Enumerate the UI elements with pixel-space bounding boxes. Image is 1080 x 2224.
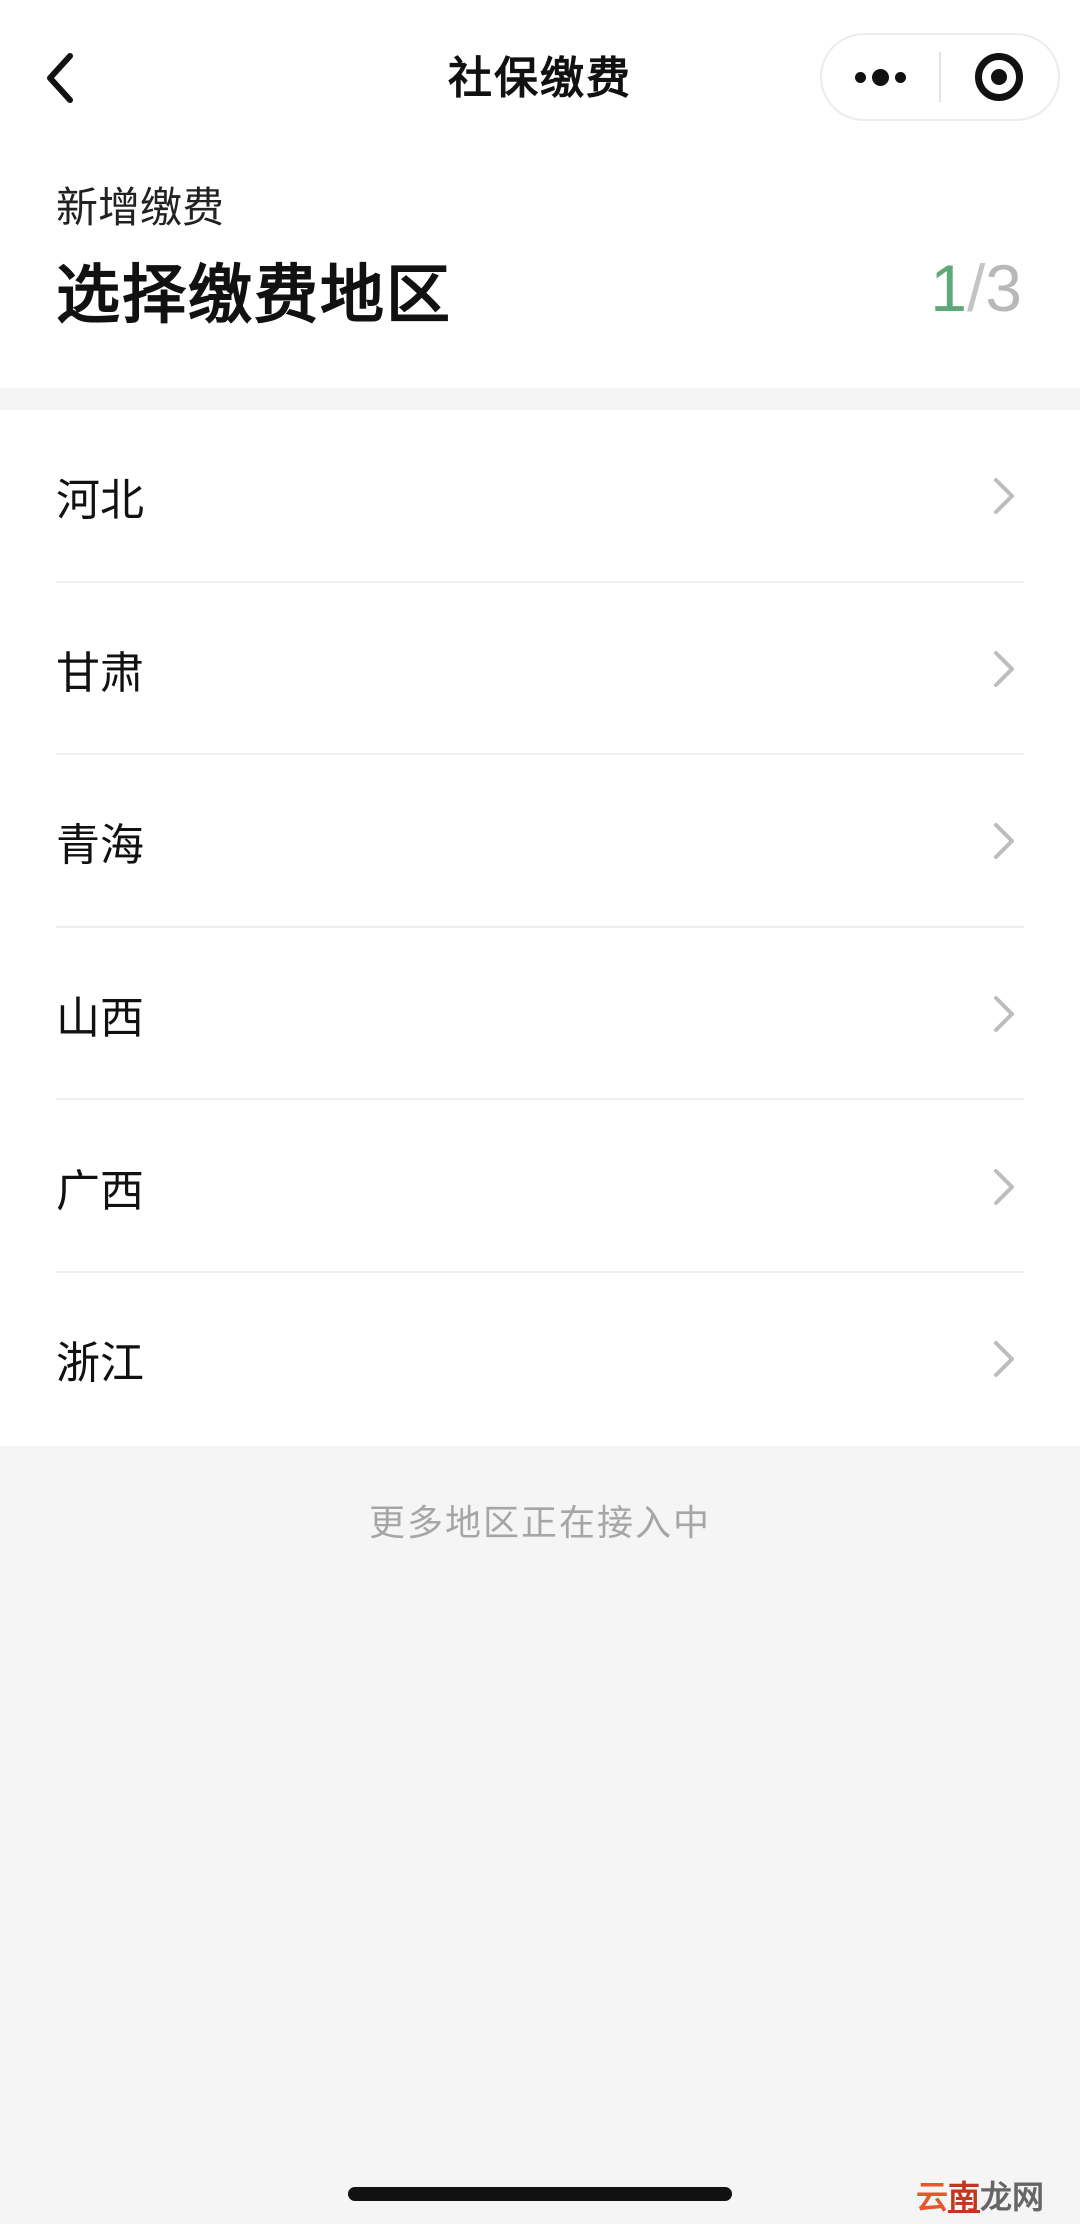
more-dots-icon <box>855 68 906 86</box>
more-button[interactable] <box>822 35 939 119</box>
page: 社保缴费 新增缴费 选择缴费地区 1/3 河北 甘肃 青海 山西 广西 浙江 更… <box>0 0 1080 2224</box>
region-item-qinghai[interactable]: 青海 <box>0 755 1080 928</box>
region-item-gansu[interactable]: 甘肃 <box>0 583 1080 756</box>
step-total: 3 <box>985 251 1022 325</box>
region-label: 青海 <box>56 820 144 872</box>
more-regions-note: 更多地区正在接入中 <box>368 1503 711 1544</box>
header-section: 新增缴费 选择缴费地区 1/3 <box>0 154 1080 388</box>
nav-bar: 社保缴费 <box>0 0 1080 154</box>
region-label: 河北 <box>56 475 144 527</box>
region-list: 河北 甘肃 青海 山西 广西 浙江 <box>0 410 1080 1446</box>
watermark: 云南龙网 <box>915 2179 1044 2215</box>
region-item-guangxi[interactable]: 广西 <box>0 1100 1080 1273</box>
chevron-right-icon <box>994 996 1014 1033</box>
mini-program-capsule <box>820 33 1060 121</box>
chevron-right-icon <box>994 1168 1014 1205</box>
region-item-hebei[interactable]: 河北 <box>0 410 1080 583</box>
region-label: 山西 <box>56 993 144 1045</box>
region-label: 浙江 <box>56 1338 144 1390</box>
region-item-zhejiang[interactable]: 浙江 <box>0 1273 1080 1446</box>
step-current: 1 <box>930 251 967 325</box>
chevron-right-icon <box>994 650 1014 687</box>
section-subtitle: 新增缴费 <box>56 183 225 232</box>
chevron-right-icon <box>994 478 1014 515</box>
chevron-right-icon <box>994 1341 1014 1378</box>
region-label: 甘肃 <box>56 647 144 699</box>
region-item-shanxi[interactable]: 山西 <box>0 928 1080 1101</box>
region-label: 广西 <box>56 1165 144 1217</box>
section-title: 选择缴费地区 <box>56 259 452 333</box>
close-button[interactable] <box>941 35 1058 119</box>
step-indicator: 1/3 <box>930 250 1022 326</box>
chevron-right-icon <box>994 823 1014 860</box>
target-circle-icon <box>975 53 1024 101</box>
step-separator: / <box>966 251 986 325</box>
home-indicator[interactable] <box>348 2187 732 2201</box>
